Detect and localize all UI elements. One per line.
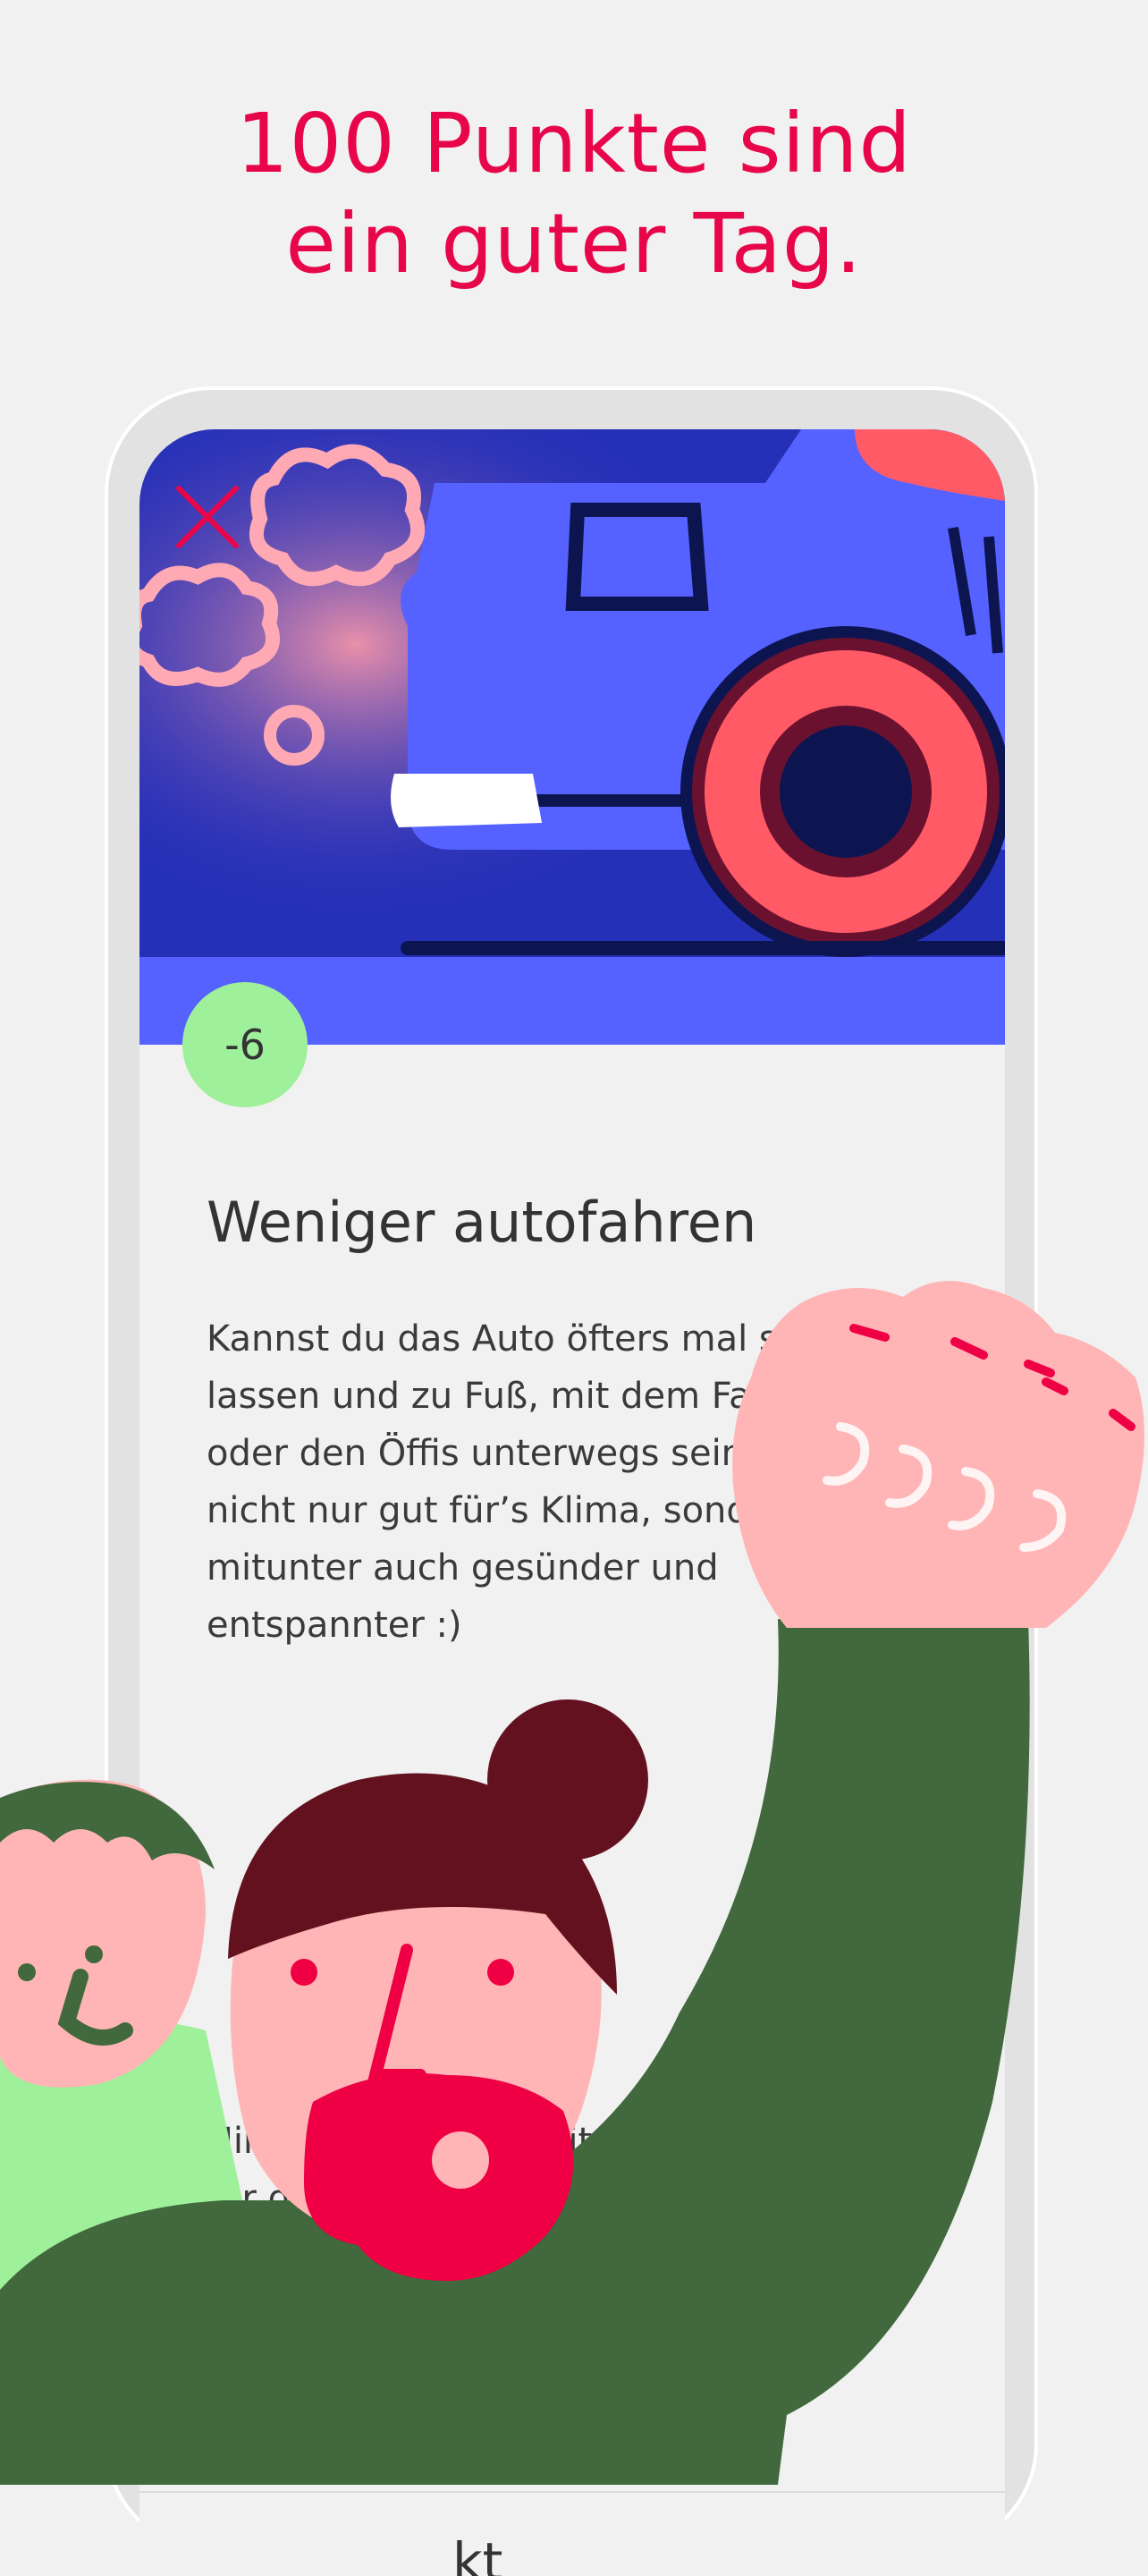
- section-heading: kt: [452, 2531, 503, 2576]
- phone-screen: -6 Weniger autofahren Kannst du das Auto…: [139, 429, 1005, 2576]
- divider: [139, 2491, 1005, 2493]
- exhaust-pipe: [391, 774, 542, 827]
- headline-line-2: ein guter Tag.: [285, 196, 863, 292]
- card-tip: Nimm dir was vor mit der Perspe für das …: [207, 2121, 795, 2448]
- card-title: Weniger autofahren: [207, 1190, 757, 1255]
- points-badge: -6: [182, 982, 308, 1107]
- close-icon: [176, 486, 239, 548]
- close-button[interactable]: [172, 481, 243, 553]
- card-description: Kannst du das Auto öfters mal steh lasse…: [207, 1318, 837, 1646]
- hero-illustration: [139, 429, 1005, 1045]
- headline: 100 Punkte sind ein guter Tag.: [0, 94, 1148, 294]
- headline-line-1: 100 Punkte sind: [236, 96, 912, 191]
